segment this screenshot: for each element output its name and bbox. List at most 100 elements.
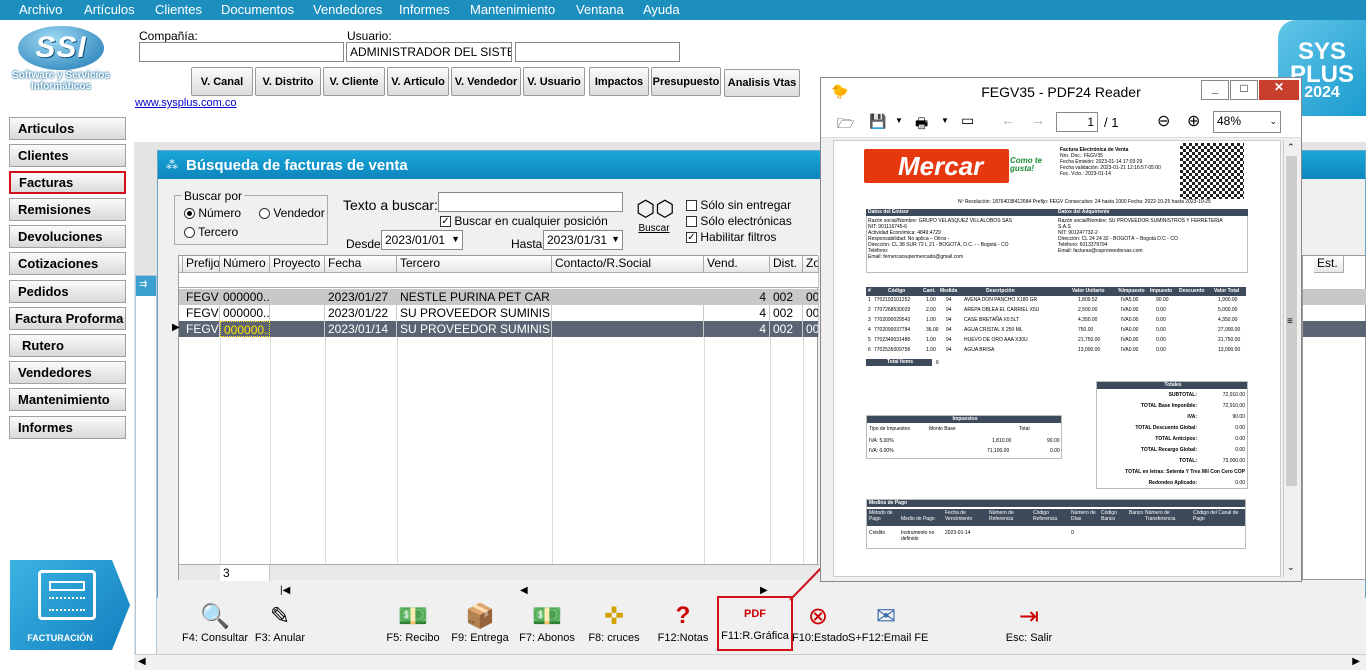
col-header-est[interactable]: Est. [1314,256,1344,273]
radio-tercero[interactable]: Tercero [184,225,238,239]
nav-factura-proforma[interactable]: Factura Proforma [9,307,126,330]
back-icon[interactable]: ← [1001,112,1015,128]
chevron-down-icon[interactable]: ▼ [895,116,903,125]
v-articulo-button[interactable]: V. Articulo [387,67,449,96]
zoom-out-icon[interactable]: ⊖ [1157,111,1170,131]
menu-ventana[interactable]: Ventana [576,2,624,17]
zoom-in-icon[interactable]: ⊕ [1187,111,1200,131]
cruces-button[interactable]: ✜ F8: cruces [588,600,640,655]
minimize-button[interactable]: _ [1201,80,1229,100]
menu-archivo[interactable]: Archivo [19,2,62,17]
window-hscroll[interactable]: ◀ ▶ [134,654,1366,670]
nav-pedidos[interactable]: Pedidos [9,280,126,303]
menu-articulos[interactable]: Artículos [84,2,135,17]
presupuesto-button[interactable]: Presupuesto [651,67,721,96]
nav-informes[interactable]: Informes [9,416,126,439]
nav-facturas[interactable]: Facturas [9,171,126,194]
zoom-select[interactable]: 48% ⌄ [1213,111,1281,133]
anular-button[interactable]: ✎ F3: Anular [252,600,308,655]
forward-icon[interactable]: → [1031,112,1045,128]
menu-informes[interactable]: Informes [399,2,450,17]
user-extra-field[interactable] [515,42,680,62]
website-link[interactable]: www.sysplus.com.co [135,97,236,109]
open-folder-icon[interactable]: 🗁 [837,113,854,137]
menu-ayuda[interactable]: Ayuda [643,2,680,17]
v-distrito-button[interactable]: V. Distrito [255,67,321,96]
texto-buscar-input[interactable] [438,192,623,212]
table-row[interactable]: FEGV 000000... 2023/01/27 NESTLE PURINA … [179,289,819,305]
col-header-zona[interactable]: Zo [803,256,819,273]
nav-vendedores[interactable]: Vendedores [9,361,126,384]
nav-clientes[interactable]: Clientes [9,144,126,167]
nav-rutero[interactable]: Rutero [9,334,126,357]
estado-button[interactable]: ⊗ F10:Estado [792,600,848,655]
analisis-vtas-button[interactable]: Analisis Vtas [724,69,800,97]
user-field[interactable]: ADMINISTRADOR DEL SISTEM. [346,42,512,62]
habilitar-filtros-checkbox[interactable]: ✓ Habilitar filtros [686,230,776,244]
print-icon[interactable]: 🖶 [915,113,928,137]
window-icon: ⁂ [166,158,178,172]
page-input[interactable]: 1 [1056,112,1098,132]
nav-mantenimiento[interactable]: Mantenimiento [9,388,126,411]
scroll-left-icon[interactable]: ◀ [520,585,528,596]
consultar-button[interactable]: 🔍 F4: Consultar [182,600,248,655]
menu-vendedores[interactable]: Vendedores [313,2,382,17]
abonos-button[interactable]: 💵 F7: Abonos [518,600,576,655]
table-row-selected[interactable]: ▶ FEGV 000000... 2023/01/14 SU PROVEEDOR… [172,321,819,337]
email-fe-button[interactable]: ✉ S+F12:Email FE [848,600,928,655]
recibo-button[interactable]: 💵 F5: Recibo [384,600,442,655]
col-header-numero[interactable]: Número [220,256,270,273]
menu-clientes[interactable]: Clientes [155,2,202,17]
entrega-button[interactable]: 📦 F9: Entrega [450,600,510,655]
buscar-button[interactable]: ⬡⬡ Buscar [636,195,674,243]
impactos-button[interactable]: Impactos [589,67,649,96]
radio-numero[interactable]: Número [184,206,241,220]
save-icon[interactable]: 💾 [869,113,886,130]
menu-mantenimiento[interactable]: Mantenimiento [470,2,555,17]
nav-devoluciones[interactable]: Devoluciones [9,225,126,248]
nav-articulos[interactable]: Articulos [9,117,126,140]
table-row[interactable]: FEGV 000000... 2023/01/22 SU PROVEEDOR S… [179,305,819,321]
row-count: 3 [220,565,270,581]
pdf-reader-window: FEGV35 - PDF24 Reader 🐤 _ □ ✕ 🗁 💾 ▼ 🖶 ▼ … [820,77,1302,582]
sidebar-icon[interactable]: ▭ [961,112,974,129]
ssi-logo: SSI [18,26,104,70]
close-button[interactable]: ✕ [1259,80,1299,100]
v-vendedor-button[interactable]: V. Vendedor [451,67,521,96]
company-field[interactable] [139,42,344,62]
scroll-first-icon[interactable]: |◀ [280,585,290,596]
maximize-button[interactable]: □ [1230,80,1258,100]
pdf-toolbar: 🗁 💾 ▼ 🖶 ▼ ▭ ← → 1 / 1 ⊖ ⊕ 48% ⌄ [821,106,1301,138]
invoices-grid: Prefijo Número Proyecto Fecha Tercero Co… [172,255,819,581]
facturacion-tile[interactable]: FACTURACIÓN [10,560,130,650]
col-header-prefijo[interactable]: Prefijo [183,256,220,273]
v-cliente-button[interactable]: V. Cliente [323,67,385,96]
col-header-tercero[interactable]: Tercero [397,256,552,273]
cualquier-posicion-checkbox[interactable]: ✓ Buscar en cualquier posición [440,214,608,228]
magnifier-icon: 🔍 [200,602,230,630]
v-usuario-button[interactable]: V. Usuario [523,67,585,96]
v-canal-button[interactable]: V. Canal [191,67,253,96]
menu-documentos[interactable]: Documentos [221,2,294,17]
grid-right-part: Est. [1302,255,1366,580]
nav-cotizaciones[interactable]: Cotizaciones [9,252,126,275]
totales-box: Totales SUBTOTAL: 72,910.00 TOTAL Base Im… [1096,381,1248,489]
solo-electronicas-checkbox[interactable]: Sólo electrónicas [686,214,792,228]
scroll-right-icon[interactable]: ▶ [760,585,768,596]
desde-date[interactable]: 2023/01/01 ▼ [381,230,463,250]
col-header-contacto[interactable]: Contacto/R.Social [552,256,704,273]
col-header-vend[interactable]: Vend. [704,256,770,273]
nav-remisiones[interactable]: Remisiones [9,198,126,221]
col-header-fecha[interactable]: Fecha [325,256,397,273]
salir-button[interactable]: ⇥ Esc: Salir [1000,600,1058,655]
envelope-icon: ✉ [875,602,897,630]
notas-button[interactable]: ? F12:Notas [655,600,711,655]
col-header-dist[interactable]: Dist. [770,256,803,273]
chevron-down-icon[interactable]: ▼ [941,116,949,125]
pdf-vscroll[interactable]: ⌃ ≡ ⌄ [1283,140,1299,578]
resolucion-line: Nº Resolución: 18764038412684 Prefijo: F… [958,199,1211,205]
radio-vendedor[interactable]: Vendedor [259,206,325,220]
col-header-proyecto[interactable]: Proyecto [270,256,325,273]
solo-entregar-checkbox[interactable]: Sólo sin entregar [686,198,791,212]
hasta-date[interactable]: 2023/01/31 ▼ [543,230,623,250]
